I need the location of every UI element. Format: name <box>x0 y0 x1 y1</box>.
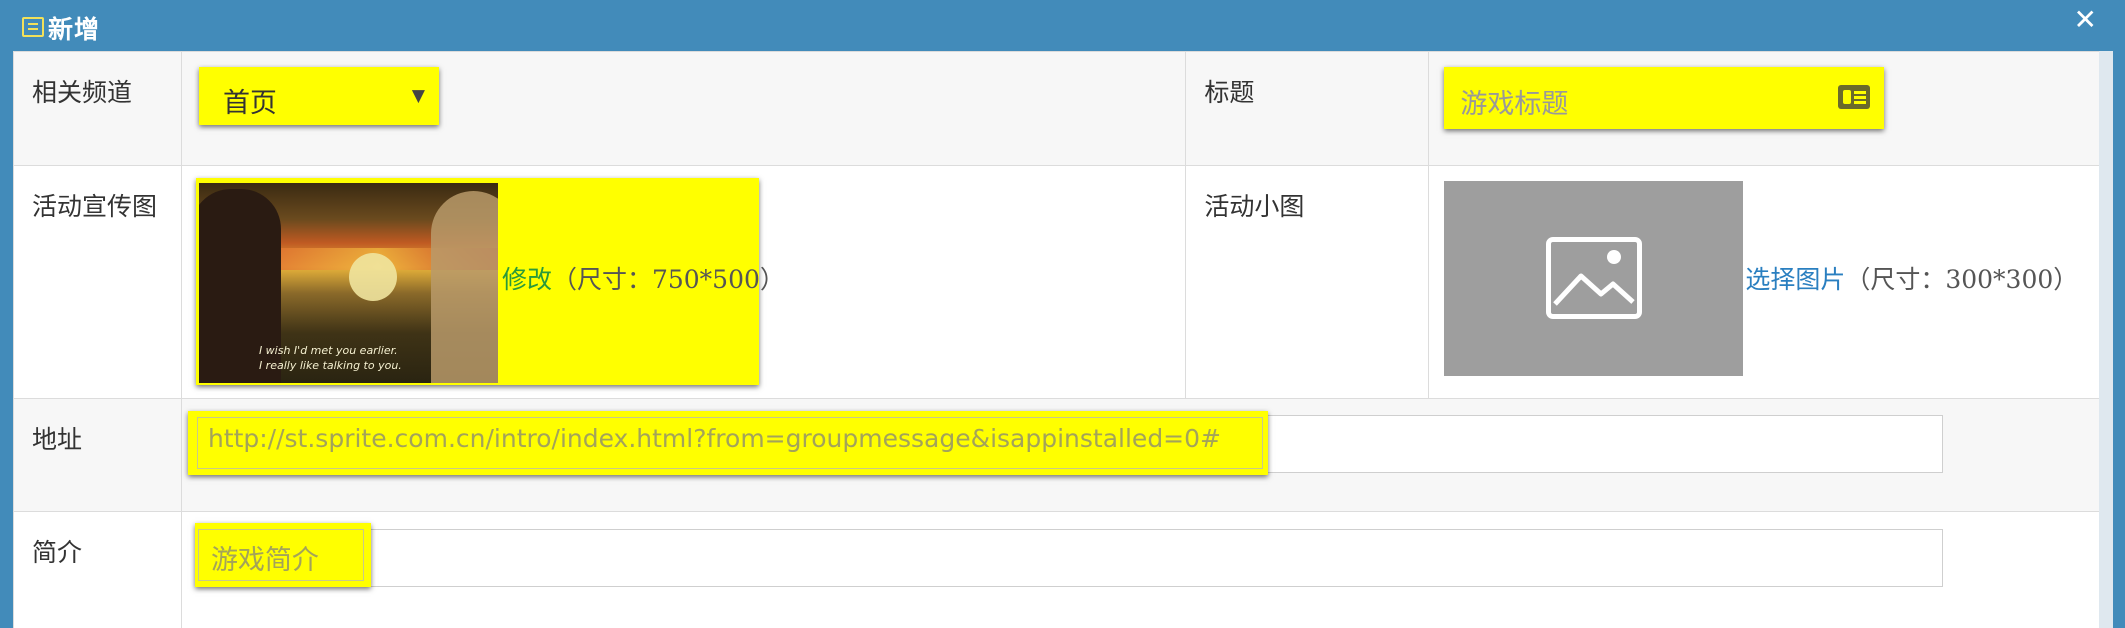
title-cell: 游戏标题 <box>1428 51 2113 166</box>
dialog-titlebar: 新增 ✕ <box>0 0 2125 51</box>
scrollbar[interactable] <box>2099 51 2113 628</box>
address-label: 地址 <box>13 398 182 512</box>
chevron-down-icon: ▼ <box>411 86 425 106</box>
subtitle-line-1: I wish I'd met you earlier. <box>258 344 398 357</box>
intro-input[interactable]: 游戏简介 <box>194 523 371 587</box>
image-icon <box>1546 237 1643 319</box>
dialog-body: 相关频道 首页 ▼ 标题 游戏标题 活动宣传图 I wish I'd met y… <box>13 51 2114 628</box>
intro-cell: 游戏简介 <box>180 511 2114 628</box>
promo-image-subtitle: I wish I'd met you earlier. I really lik… <box>259 343 459 373</box>
address-cell: http://st.sprite.com.cn/intro/index.html… <box>180 398 2114 512</box>
modify-image-link[interactable]: 修改 <box>502 265 552 294</box>
promo-image-actions: 修改（尺寸：750*500） <box>502 260 785 296</box>
channel-select[interactable]: 首页 ▼ <box>198 67 439 125</box>
image-icon-mountains <box>1553 273 1636 306</box>
id-card-icon <box>1838 85 1871 109</box>
intro-placeholder: 游戏简介 <box>210 545 319 576</box>
promo-image-label: 活动宣传图 <box>13 165 182 399</box>
promo-image-thumbnail: I wish I'd met you earlier. I really lik… <box>198 183 498 383</box>
intro-label: 简介 <box>13 511 182 628</box>
small-image-actions: 选择图片（尺寸：300*300） <box>1745 260 2078 296</box>
promo-image-cell: I wish I'd met you earlier. I really lik… <box>180 165 1187 399</box>
title-input[interactable]: 游戏标题 <box>1444 67 1885 129</box>
channel-label: 相关频道 <box>13 51 182 166</box>
dialog-title: 新增 <box>48 15 101 44</box>
title-placeholder: 游戏标题 <box>1460 89 1569 120</box>
intro-input-frame <box>197 529 1943 587</box>
title-label: 标题 <box>1185 51 1430 166</box>
address-value: http://st.sprite.com.cn/intro/index.html… <box>207 424 1221 453</box>
form-icon <box>22 17 44 37</box>
subtitle-line-2: I really like talking to you. <box>258 359 402 372</box>
channel-cell: 首页 ▼ <box>180 51 1187 166</box>
close-icon[interactable]: ✕ <box>2074 3 2097 36</box>
promo-image-uploader[interactable]: I wish I'd met you earlier. I really lik… <box>195 178 785 385</box>
address-input[interactable]: http://st.sprite.com.cn/intro/index.html… <box>187 411 1268 475</box>
dialog-frame: 相关频道 首页 ▼ 标题 游戏标题 活动宣传图 I wish I'd met y… <box>0 51 2125 628</box>
small-image-label: 活动小图 <box>1185 165 1430 399</box>
promo-size-hint: （尺寸：750*500） <box>551 265 785 294</box>
promo-lamp <box>348 253 397 301</box>
select-image-link[interactable]: 选择图片 <box>1745 265 1845 294</box>
form-table: 相关频道 首页 ▼ 标题 游戏标题 活动宣传图 I wish I'd met y… <box>13 51 2114 628</box>
small-size-hint: （尺寸：300*300） <box>1845 265 2079 294</box>
small-image-placeholder[interactable] <box>1444 181 1744 376</box>
channel-select-value: 首页 <box>222 88 277 119</box>
small-image-cell: 选择图片（尺寸：300*300） <box>1428 165 2113 399</box>
